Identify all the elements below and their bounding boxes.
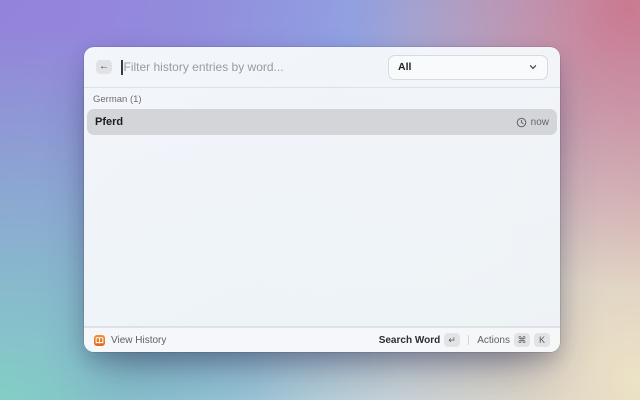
actions-separator [468, 335, 470, 345]
list-item-accessory: now [516, 117, 549, 128]
filter-dropdown-value: All [398, 61, 412, 73]
search-input[interactable] [123, 60, 388, 74]
list-item-time: now [530, 116, 549, 128]
footer-actions: Search Word ↵ Actions ⌘ K [379, 333, 550, 347]
results-list: German (1) Pferd now [84, 88, 560, 326]
command-key-icon: ⌘ [514, 333, 530, 347]
filter-dropdown[interactable]: All [388, 54, 548, 80]
clock-icon [516, 117, 527, 128]
k-key-icon: K [534, 333, 550, 347]
return-key-icon: ↵ [444, 333, 461, 347]
extension-name-label: View History [111, 334, 167, 346]
text-cursor [121, 59, 123, 75]
desktop-background: ← All German (1) Pferd [0, 0, 640, 400]
back-button[interactable]: ← [96, 60, 112, 74]
search-bar: ← All [84, 47, 560, 87]
list-item[interactable]: Pferd now [87, 109, 557, 135]
action-bar: View History Search Word ↵ Actions ⌘ K [84, 327, 560, 352]
actions-menu-button[interactable]: Actions ⌘ K [477, 333, 550, 347]
chevron-down-icon [528, 62, 538, 72]
list-item-title: Pferd [95, 116, 124, 128]
open-book-icon [94, 334, 105, 346]
search-word-extension-window: ← All German (1) Pferd [84, 47, 560, 352]
section-header: German (1) [93, 94, 142, 105]
primary-action-label: Search Word [378, 334, 441, 346]
arrow-left-icon: ← [99, 61, 109, 72]
actions-menu-label: Actions [477, 334, 510, 346]
primary-action-button[interactable]: Search Word ↵ [379, 333, 461, 347]
